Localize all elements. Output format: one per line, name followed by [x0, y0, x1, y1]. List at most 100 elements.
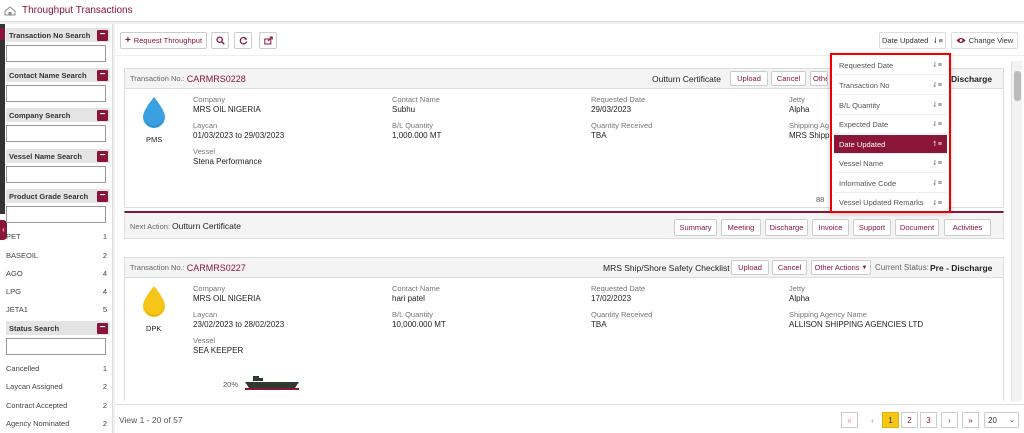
sort-option-expected-date[interactable]: Expected Date ⇃≡ [834, 115, 947, 134]
list-item[interactable]: BASEOIL 2 [6, 251, 110, 260]
filter-status-header: Status Search − [6, 321, 110, 335]
sort-desc-icon: ⇃≡ [932, 36, 943, 45]
sort-desc-icon: ⇃≡ [932, 102, 942, 109]
sort-option-informative-code[interactable]: Informative Code ⇃≡ [834, 174, 947, 193]
first-page-icon[interactable]: « [841, 412, 858, 428]
next-action-value: Outturn Certificate [172, 221, 241, 231]
discharge-button[interactable]: Discharge [765, 219, 808, 236]
list-item[interactable]: PET 1 [6, 232, 110, 241]
minus-icon[interactable]: − [97, 69, 108, 81]
transaction-no-search-input[interactable] [6, 45, 106, 62]
vertical-scrollbar[interactable] [1011, 61, 1022, 401]
filter-company-header: Company Search − [6, 108, 110, 122]
other-actions-button[interactable]: Other Actions ▼ [811, 260, 871, 275]
requested-date-value: 29/03/2023 [591, 105, 632, 114]
sort-desc-icon: ⇃≡ [932, 160, 942, 167]
sort-option-vessel-updated-remarks[interactable]: Vessel Updated Remarks ⇃≡ [834, 193, 947, 212]
sort-desc-icon: ⇃≡ [932, 180, 942, 187]
action-title: Outturn Certificate [652, 73, 721, 84]
prev-page-icon[interactable]: ‹ [864, 412, 881, 428]
vessel-name-search-input[interactable] [6, 166, 106, 183]
cancel-button[interactable]: Cancel [771, 71, 806, 86]
jetty-value: Alpha [789, 105, 810, 114]
filter-contact-name-header: Contact Name Search − [6, 68, 110, 82]
quantity-received-value: TBA [591, 320, 607, 329]
status-search-input[interactable] [6, 338, 106, 355]
caret-down-icon: ▼ [861, 264, 868, 271]
shipping-agency-value: MRS Shipp [789, 131, 830, 140]
date-updated-sort-button[interactable]: Date Updated ⇃≡ [879, 32, 946, 49]
company-search-input[interactable] [6, 125, 106, 142]
list-item[interactable]: Laycan Assigned 2 [6, 382, 110, 391]
chevron-down-icon: ⌄ [1009, 417, 1015, 424]
refresh-icon [239, 36, 247, 45]
minus-icon[interactable]: − [97, 190, 108, 202]
sort-option-vessel-name[interactable]: Vessel Name ⇃≡ [834, 154, 947, 173]
document-button[interactable]: Document [895, 219, 939, 236]
pagination-footer: View 1 - 20 of 57 « ‹ 1 2 3 › » 20 ⌄ [115, 404, 1024, 433]
transaction-card-header: Transaction No.: CARMRS0227 MRS Ship/Sho… [125, 258, 1003, 278]
refresh-button[interactable] [234, 32, 252, 49]
contact-value: Subhu [392, 105, 416, 114]
bl-quantity-value: 10,000.000 MT [392, 320, 446, 329]
list-item[interactable]: AGO 4 [6, 269, 110, 278]
list-item[interactable]: Agency Nominated 2 [6, 419, 110, 428]
page-header: Throughput Transactions [0, 0, 1024, 22]
filter-transaction-no-header: Transaction No Search − [6, 28, 110, 42]
sort-option-requested-date[interactable]: Requested Date ⇃≡ [834, 56, 947, 75]
sort-option-bl-quantity[interactable]: B/L Quantity ⇃≡ [834, 96, 947, 115]
list-item[interactable]: JETA1 5 [6, 305, 110, 314]
progress-text: 20% [223, 380, 239, 389]
sidebar-handle[interactable] [0, 24, 5, 214]
page-3-button[interactable]: 3 [920, 412, 937, 428]
minus-icon[interactable]: − [97, 29, 108, 41]
scrollbar-thumb[interactable] [1014, 71, 1021, 101]
change-view-button[interactable]: Change View [951, 32, 1018, 49]
home-icon[interactable] [4, 5, 16, 16]
last-page-icon[interactable]: » [962, 412, 979, 428]
sort-option-transaction-no[interactable]: Transaction No ⇃≡ [834, 76, 947, 95]
transaction-number-link[interactable]: CARMRS0227 [187, 263, 246, 273]
other-actions-button[interactable]: Othe [810, 71, 828, 86]
sort-option-date-updated[interactable]: Date Updated ↿≡ [834, 135, 947, 154]
page-1-button[interactable]: 1 [882, 412, 899, 428]
upload-button[interactable]: Upload [730, 71, 768, 86]
sort-desc-icon: ⇃≡ [932, 82, 942, 89]
minus-icon[interactable]: − [97, 109, 108, 121]
filter-sidebar: ‹ Transaction No Search − Contact Name Se… [0, 24, 113, 433]
filter-product-grade-header: Product Grade Search − [6, 189, 110, 203]
list-item[interactable]: Contract Accepted 2 [6, 401, 110, 410]
list-item[interactable]: LPG 4 [6, 287, 110, 296]
minus-icon[interactable]: − [97, 150, 108, 162]
shipping-agency-value: ALLISON SHIPPING AGENCIES LTD [789, 320, 924, 329]
product-drop-icon [141, 96, 167, 130]
next-page-icon[interactable]: › [941, 412, 958, 428]
transaction-number-link[interactable]: CARMRS0228 [187, 74, 246, 84]
minus-icon[interactable]: − [97, 322, 108, 334]
contact-value: hari patel [392, 294, 425, 303]
search-button[interactable] [211, 32, 229, 49]
invoice-button[interactable]: Invoice [812, 219, 849, 236]
product-grade-search-input[interactable] [6, 206, 106, 223]
support-button[interactable]: Support [853, 219, 891, 236]
contact-name-search-input[interactable] [6, 85, 106, 102]
next-action-bar: Next Action: Outturn Certificate Summary… [124, 211, 1004, 239]
summary-button[interactable]: Summary [674, 219, 717, 236]
menu-dots-icon[interactable] [0, 28, 5, 40]
page-title: Throughput Transactions [22, 5, 133, 16]
upload-button[interactable]: Upload [731, 260, 769, 275]
activities-button[interactable]: Activities [944, 219, 991, 236]
laycan-value: 01/03/2023 to 29/03/2023 [193, 131, 285, 140]
sort-asc-icon: ↿≡ [932, 141, 942, 148]
quantity-received-value: TBA [591, 131, 607, 140]
export-button[interactable] [259, 32, 277, 49]
company-value: MRS OIL NIGERIA [193, 294, 261, 303]
bl-quantity-value: 1,000.000 MT [392, 131, 442, 140]
page-size-select[interactable]: 20 ⌄ [984, 412, 1019, 428]
list-item[interactable]: Cancelled 1 [6, 364, 110, 373]
page-2-button[interactable]: 2 [901, 412, 918, 428]
request-throughput-button[interactable]: + Request Throughput [120, 32, 207, 49]
current-status-value: Pre - Discharge [930, 262, 993, 273]
meeting-button[interactable]: Meeting [721, 219, 761, 236]
cancel-button[interactable]: Cancel [772, 260, 807, 275]
